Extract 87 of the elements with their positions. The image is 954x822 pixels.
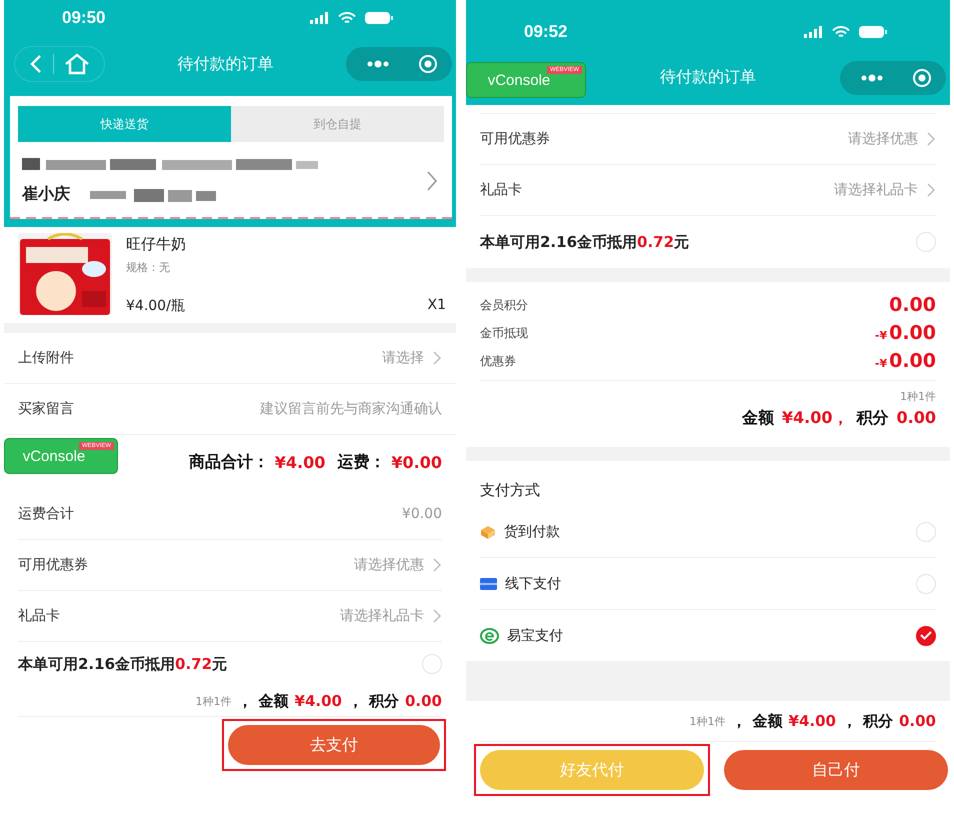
row-label: 礼品卡: [18, 607, 60, 625]
swirl-logo-icon: [480, 628, 499, 644]
detail-value: -¥0.00: [874, 322, 936, 344]
item-count: 1种1件: [900, 389, 936, 404]
section-title: 支付方式: [480, 480, 541, 501]
select-link[interactable]: 请选择: [382, 349, 442, 367]
wifi-icon: [338, 12, 356, 24]
subtotal-amount: ¥4.00: [274, 452, 326, 472]
page-title: 待付款的订单: [178, 54, 274, 74]
battery-icon: [858, 25, 888, 39]
status-time: 09:50: [62, 8, 106, 28]
row-value: ¥0.00: [402, 506, 442, 522]
detail-label: 金币抵现: [480, 324, 528, 342]
amount-value: ¥4.00: [788, 712, 836, 730]
row-label: 礼品卡: [480, 181, 522, 199]
signal-icon: [310, 12, 330, 24]
more-icon[interactable]: [860, 74, 884, 82]
product-name: 旺仔牛奶: [126, 235, 187, 254]
pay-button[interactable]: 自己付: [724, 750, 948, 790]
payment-method[interactable]: 货到付款: [504, 522, 908, 540]
detail-label: 优惠券: [480, 352, 516, 370]
payment-method[interactable]: 线下支付: [505, 574, 908, 592]
summary-separator: ，: [842, 712, 857, 730]
points-value: 0.00: [896, 408, 936, 429]
points-value: 0.00: [898, 712, 936, 730]
amount-label: 金额: [752, 712, 783, 730]
coin-offer-text: 本单可用2.16金币抵用0.72元: [18, 654, 228, 674]
subtotal-label: 商品合计：: [188, 452, 269, 472]
page-title: 待付款的订单: [660, 67, 756, 88]
back-icon[interactable]: [29, 54, 43, 74]
item-count: 1种1件: [196, 694, 232, 708]
close-target-icon[interactable]: [418, 54, 438, 74]
amount-label: 金额: [258, 692, 289, 710]
row-label: 可用优惠券: [480, 130, 550, 148]
points-value: 0.00: [404, 692, 442, 710]
select-link[interactable]: 请选择优惠: [354, 556, 442, 574]
pay-button[interactable]: 去支付: [228, 725, 440, 765]
row-label: 运费合计: [18, 505, 74, 523]
delivery-tab[interactable]: 快递送货: [18, 106, 231, 142]
chevron-icon: [432, 350, 442, 366]
product-spec: 规格：无: [126, 260, 171, 275]
address-card[interactable]: 快递送货 到仓自提 崔小庆: [10, 96, 452, 219]
card-icon: [480, 578, 497, 590]
more-icon[interactable]: [366, 60, 390, 68]
product-quantity: X1: [428, 297, 446, 315]
points-label: 积分: [856, 408, 889, 429]
package-icon: [480, 524, 496, 538]
shipping-amount: ¥0.00: [391, 452, 442, 472]
item-count: 1种1件: [690, 714, 726, 728]
wifi-icon: [832, 26, 850, 38]
chevron-icon: [432, 608, 442, 624]
close-target-icon[interactable]: [912, 68, 932, 88]
chevron-icon: [926, 182, 936, 198]
coin-radio[interactable]: [422, 654, 442, 674]
shipping-label: 运费：: [337, 452, 386, 472]
status-time: 09:52: [524, 22, 568, 42]
row-label: 上传附件: [18, 349, 74, 367]
select-link[interactable]: 请选择礼品卡: [834, 181, 936, 199]
amount-label: 金额: [742, 408, 774, 429]
select-link[interactable]: 请选择优惠: [848, 130, 936, 148]
summary-separator: ，: [238, 692, 253, 710]
summary-separator: ，: [348, 692, 363, 710]
home-icon[interactable]: [64, 53, 90, 75]
check-icon: [920, 631, 932, 640]
row-label: 买家留言: [18, 400, 74, 418]
message-field[interactable]: 建议留言前先与商家沟通确认: [182, 401, 442, 417]
row-label: 可用优惠券: [18, 556, 88, 574]
points-label: 积分: [862, 712, 893, 730]
points-label: 积分: [368, 692, 399, 710]
signal-icon: [804, 26, 824, 38]
detail-value: -¥0.00: [874, 350, 936, 372]
coin-radio[interactable]: [916, 232, 936, 252]
summary-separator: ，: [732, 712, 747, 730]
payment-radio[interactable]: [916, 626, 936, 646]
coin-offer-text: 本单可用2.16金币抵用0.72元: [480, 232, 690, 252]
chevron-icon: [426, 170, 438, 192]
chevron-icon: [926, 131, 936, 147]
payment-method[interactable]: 易宝支付: [507, 626, 908, 644]
chevron-icon: [432, 557, 442, 573]
detail-label: 会员积分: [480, 296, 528, 314]
battery-icon: [364, 11, 394, 25]
product-price: ¥4.00/瓶: [126, 297, 185, 315]
detail-value: 0.00: [889, 294, 936, 316]
amount-value: ¥4.00，: [782, 408, 849, 429]
amount-value: ¥4.00: [294, 692, 342, 710]
recipient-name: 崔小庆: [22, 184, 70, 205]
select-link[interactable]: 请选择礼品卡: [340, 607, 442, 625]
